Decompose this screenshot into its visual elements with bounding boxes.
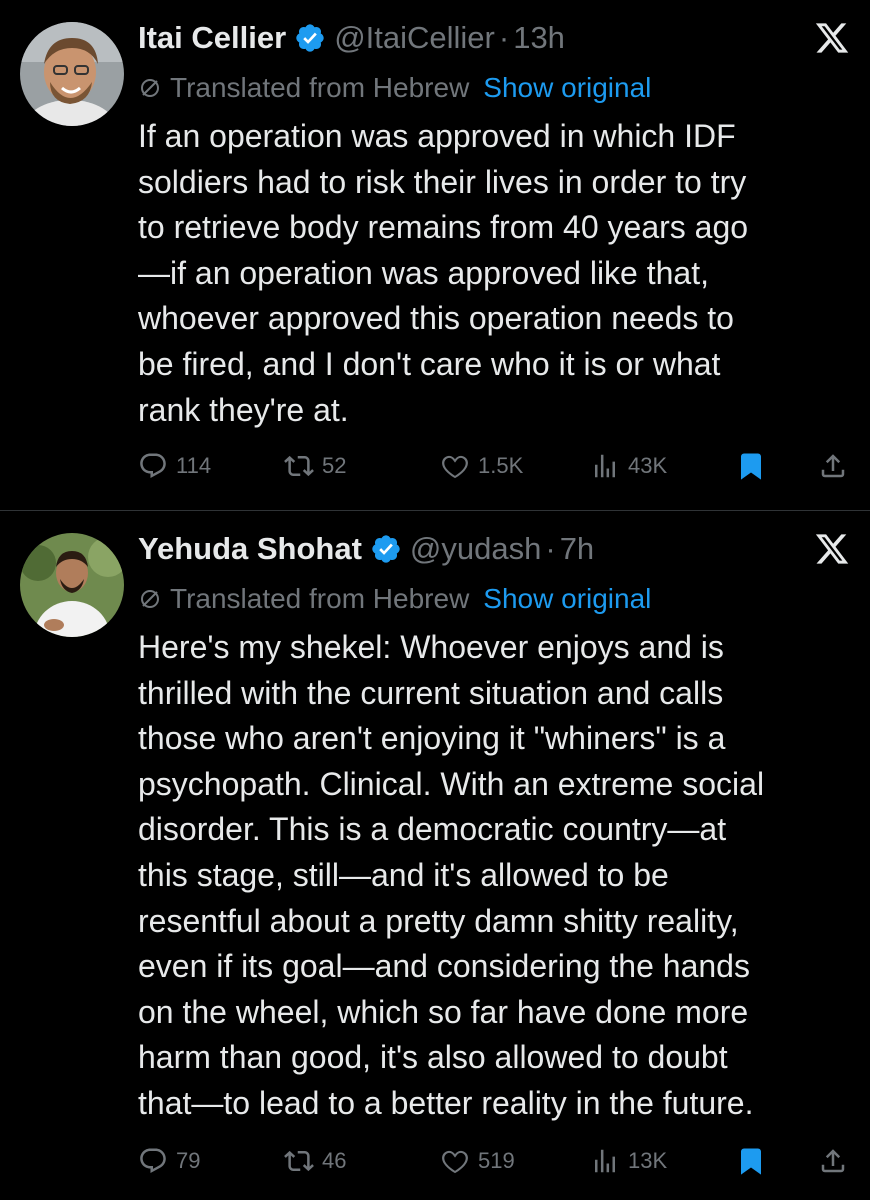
repost-button[interactable]: 46 — [284, 1141, 346, 1181]
show-original-link[interactable]: Show original — [483, 583, 651, 615]
views-icon — [595, 454, 615, 478]
translate-icon — [141, 79, 159, 97]
translation-row: Translated from Hebrew Show original — [138, 68, 651, 108]
verified-icon — [372, 535, 400, 563]
action-bar: 114 52 1.5K 43K — [138, 446, 858, 486]
reply-icon — [140, 453, 166, 479]
repost-button[interactable]: 52 — [284, 446, 346, 486]
repost-icon — [284, 1150, 314, 1172]
bookmark-button[interactable] — [736, 1141, 766, 1181]
action-bar: 79 46 519 13K — [138, 1141, 858, 1181]
share-icon — [821, 1149, 845, 1173]
user-handle[interactable]: @ItaiCellier — [334, 20, 495, 56]
tweet-text-line: If an operation was approved in which ID… — [138, 118, 736, 154]
tweet-text: If an operation was approved in which ID… — [138, 114, 838, 433]
tweet-text-line: even if its goal—and considering the han… — [138, 948, 750, 985]
tweet-header: Itai Cellier @ItaiCellier · 13h — [138, 16, 565, 60]
tweet-text-line: those who aren't enjoying it "whiners" i… — [138, 720, 726, 757]
tweet-text-line: be fired, and I don't care who it is or … — [138, 345, 721, 382]
bookmark-button[interactable] — [736, 446, 766, 486]
views-icon — [595, 1149, 615, 1173]
tweet-text-line: on the wheel, which so far have done mor… — [138, 993, 749, 1030]
tweet-text-line: thrilled with the current situation and … — [138, 674, 724, 711]
tweet-text-line: Here's my shekel: Whoever enjoys and is — [138, 629, 724, 665]
like-button[interactable]: 1.5K — [440, 446, 523, 486]
tweet-text-line: that—to lead to a better reality in the … — [138, 1084, 754, 1121]
tweet-card[interactable]: Yehuda Shohat @yudash · 7h Translated fr… — [0, 511, 870, 1200]
tweet-text-line: disorder. This is a democratic country—a… — [138, 811, 727, 848]
avatar[interactable] — [20, 533, 124, 637]
timestamp[interactable]: 13h — [513, 20, 565, 56]
tweet-text-line: rank they're at. — [138, 391, 349, 428]
separator-dot: · — [498, 20, 510, 55]
repost-icon — [284, 455, 314, 477]
tweet-text-line: soldiers had to risk their lives in orde… — [138, 163, 747, 200]
views-button[interactable]: 43K — [590, 446, 667, 486]
x-logo-icon[interactable] — [814, 531, 850, 567]
translated-label: Translated from Hebrew — [170, 72, 470, 103]
reply-icon — [140, 1148, 166, 1174]
repost-count: 46 — [322, 1148, 347, 1173]
x-logo-icon[interactable] — [814, 20, 850, 56]
like-icon — [442, 455, 468, 479]
avatar[interactable] — [20, 22, 124, 126]
tweet-text-line: whoever approved this operation needs to — [138, 300, 734, 337]
tweet-text-line: —if an operation was approved like that, — [138, 254, 709, 291]
translate-icon — [141, 590, 159, 608]
share-icon — [821, 454, 845, 478]
tweet-text-line: harm than good, it's also allowed to dou… — [138, 1039, 728, 1076]
separator-dot: · — [545, 531, 556, 566]
reply-count: 79 — [176, 1148, 201, 1173]
bookmark-icon — [741, 1148, 761, 1175]
share-button[interactable] — [818, 1141, 848, 1181]
timestamp[interactable]: 7h — [560, 531, 594, 567]
like-count: 1.5K — [478, 453, 524, 478]
reply-button[interactable]: 114 — [138, 446, 211, 486]
display-name[interactable]: Itai Cellier — [138, 20, 286, 56]
bookmark-icon — [741, 453, 761, 480]
tweet-text-line: to retrieve body remains from 40 years a… — [138, 209, 749, 246]
views-button[interactable]: 13K — [590, 1141, 667, 1181]
translated-label: Translated from Hebrew — [170, 583, 470, 614]
reply-count: 114 — [176, 453, 212, 478]
view-count: 13K — [628, 1148, 668, 1173]
tweet-header: Yehuda Shohat @yudash · 7h — [138, 527, 594, 571]
like-button[interactable]: 519 — [440, 1141, 515, 1181]
tweet-text-line: resentful about a pretty damn shitty rea… — [138, 902, 739, 939]
tweet-text-line: this stage, still—and it's allowed to be — [138, 856, 669, 893]
tweet-text-line: psychopath. Clinical. With an extreme so… — [138, 765, 765, 802]
like-icon — [442, 1150, 468, 1174]
display-name[interactable]: Yehuda Shohat — [138, 531, 362, 567]
translation-row: Translated from Hebrew Show original — [138, 579, 651, 619]
like-count: 519 — [478, 1148, 515, 1173]
tweet-card[interactable]: Itai Cellier @ItaiCellier · 13h Translat… — [0, 0, 870, 510]
view-count: 43K — [628, 453, 668, 478]
verified-icon — [296, 24, 324, 52]
repost-count: 52 — [322, 453, 347, 478]
tweet-text: Here's my shekel: Whoever enjoys and is … — [138, 625, 838, 1127]
show-original-link[interactable]: Show original — [483, 72, 651, 104]
reply-button[interactable]: 79 — [138, 1141, 200, 1181]
user-handle[interactable]: @yudash — [410, 531, 541, 567]
share-button[interactable] — [818, 446, 848, 486]
